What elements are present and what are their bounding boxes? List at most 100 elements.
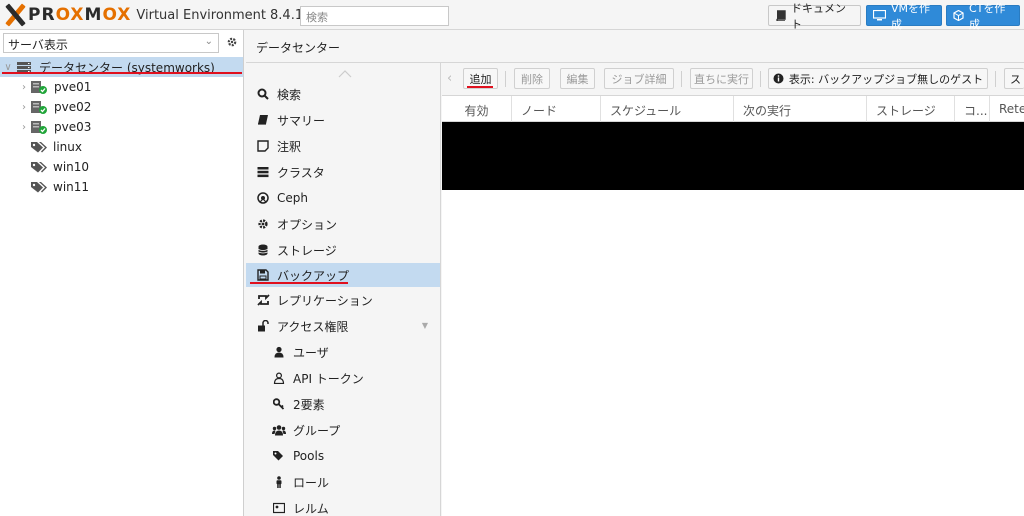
column-header-retention[interactable]: Rete <box>990 96 1024 122</box>
column-header-schedule[interactable]: スケジュール <box>601 96 734 122</box>
run-now-button[interactable]: 直ちに実行 <box>690 68 753 89</box>
nav-item-cluster[interactable]: クラスタ <box>246 160 440 184</box>
database-icon <box>256 243 270 257</box>
tree-item-tag[interactable]: win11 <box>0 177 243 197</box>
column-header-label: Rete <box>999 102 1024 116</box>
gear-icon[interactable] <box>224 33 240 51</box>
desktop-icon <box>873 10 886 21</box>
nav-item-storage[interactable]: ストレージ <box>246 238 440 262</box>
gear-icon <box>256 217 270 231</box>
redacted-grid-rows <box>442 122 1024 190</box>
user-icon <box>272 345 286 359</box>
nav-item-label: アクセス権限 <box>277 319 349 334</box>
expand-icon[interactable]: › <box>19 122 29 133</box>
tree-item-tag[interactable]: win10 <box>0 157 243 177</box>
nav-item-api-tokens[interactable]: API トークン <box>246 366 440 390</box>
ceph-icon <box>256 191 270 205</box>
key-icon <box>272 397 286 411</box>
nav-item-label: 2要素 <box>293 397 325 412</box>
column-header-label: コ... <box>964 104 988 118</box>
search-icon <box>256 87 270 101</box>
more-label: ス <box>1010 72 1021 86</box>
tree-item-label: pve01 <box>54 80 92 94</box>
delete-label: 削除 <box>521 72 543 86</box>
nav-item-ceph[interactable]: Ceph <box>246 186 440 210</box>
tree-item-node[interactable]: › pve01 <box>0 77 243 97</box>
nav-item-groups[interactable]: グループ <box>246 418 440 442</box>
highlight-underline <box>250 282 348 284</box>
view-select[interactable]: サーバ表示 ⌄ <box>3 33 219 53</box>
nav-item-roles[interactable]: ロール <box>246 470 440 494</box>
view-select-value: サーバ表示 <box>8 38 68 52</box>
add-label: 追加 <box>469 72 492 86</box>
nav-item-permissions[interactable]: アクセス権限 ▼ <box>246 314 440 338</box>
nav-item-label: ユーザ <box>293 345 329 360</box>
top-bar: PROXMOX Virtual Environment 8.4.1 検索 ドキュ… <box>0 0 1024 31</box>
edit-button[interactable]: 編集 <box>560 68 595 89</box>
proxmox-x-icon <box>4 3 26 27</box>
highlight-underline <box>467 86 493 88</box>
nav-item-label: サマリー <box>277 113 326 128</box>
nav-item-label: レプリケーション <box>277 293 373 308</box>
job-detail-label: ジョブ詳細 <box>611 72 667 86</box>
content-header: データセンター <box>246 30 1024 63</box>
nav-item-label: API トークン <box>293 371 364 386</box>
proxmox-logo[interactable]: PROXMOX Virtual Environment 8.4.1 <box>4 3 303 27</box>
book-icon <box>775 10 786 21</box>
more-button[interactable]: ス <box>1004 68 1024 89</box>
tree-item-node[interactable]: › pve03 <box>0 117 243 137</box>
nav-item-label: クラスタ <box>277 165 325 180</box>
nav-item-summary[interactable]: サマリー <box>246 108 440 132</box>
tags-icon <box>29 140 47 154</box>
create-ct-label: CTを作成 <box>969 1 1006 31</box>
scroll-up-icon[interactable] <box>338 67 352 78</box>
expand-icon[interactable]: ∨ <box>3 62 13 73</box>
nav-item-notes[interactable]: 注釈 <box>246 134 440 158</box>
expand-icon[interactable]: › <box>19 102 29 113</box>
tags-icon <box>272 449 286 463</box>
nav-item-label: Ceph <box>277 191 308 205</box>
column-header-node[interactable]: ノード <box>512 96 601 122</box>
edit-label: 編集 <box>566 72 589 86</box>
job-detail-button[interactable]: ジョブ詳細 <box>604 68 674 89</box>
tree-item-label: win11 <box>53 180 90 194</box>
tree-item-label: pve02 <box>54 100 92 114</box>
nav-item-search[interactable]: 検索 <box>246 82 440 106</box>
column-header-enabled[interactable]: 有効 <box>442 96 512 122</box>
nav-item-label: ストレージ <box>277 243 337 258</box>
nav-item-label: オプション <box>277 217 338 232</box>
users-icon <box>272 423 286 437</box>
show-guests-without-backup-button[interactable]: 表示: バックアップジョブ無しのゲスト <box>768 68 988 89</box>
nav-item-users[interactable]: ユーザ <box>246 340 440 364</box>
nav-item-realms[interactable]: レルム <box>246 496 440 516</box>
brand-subtitle: Virtual Environment <box>136 7 267 23</box>
scroll-left-icon[interactable]: ‹ <box>447 71 452 86</box>
tree-item-datacenter[interactable]: ∨ データセンター (systemworks) <box>0 57 243 77</box>
column-header-label: 次の実行 <box>743 104 792 118</box>
nav-item-replication[interactable]: レプリケーション <box>246 288 440 312</box>
tree-item-node[interactable]: › pve02 <box>0 97 243 117</box>
column-header-label: 有効 <box>464 104 489 118</box>
column-header-next-run[interactable]: 次の実行 <box>734 96 867 122</box>
column-header-comment[interactable]: コ... <box>955 96 990 122</box>
column-header-storage[interactable]: ストレージ <box>867 96 955 122</box>
nav-item-two-factor[interactable]: 2要素 <box>246 392 440 416</box>
delete-button[interactable]: 削除 <box>514 68 550 89</box>
expand-icon[interactable]: › <box>19 82 29 93</box>
backup-jobs-grid-body <box>442 190 1024 516</box>
nav-item-label: 検索 <box>277 87 302 102</box>
nav-item-label: 注釈 <box>277 139 302 154</box>
address-card-icon <box>272 501 286 515</box>
datacenter-nav: 検索 サマリー 注釈 クラスタ Ceph オプション ストレージ バックアップ … <box>246 63 441 516</box>
nav-item-pools[interactable]: Pools <box>246 444 440 468</box>
tree-item-tag[interactable]: linux <box>0 137 243 157</box>
toolbar-separator <box>995 71 996 87</box>
create-vm-button[interactable]: VMを作成 <box>866 2 942 31</box>
create-ct-button[interactable]: CTを作成 <box>946 2 1020 31</box>
nav-item-label: レルム <box>293 501 329 516</box>
search-input[interactable]: 検索 <box>300 6 449 26</box>
toolbar-separator <box>681 71 682 87</box>
documentation-button[interactable]: ドキュメント <box>768 2 861 31</box>
collapse-caret-icon[interactable]: ▼ <box>422 321 428 330</box>
nav-item-options[interactable]: オプション <box>246 212 440 236</box>
